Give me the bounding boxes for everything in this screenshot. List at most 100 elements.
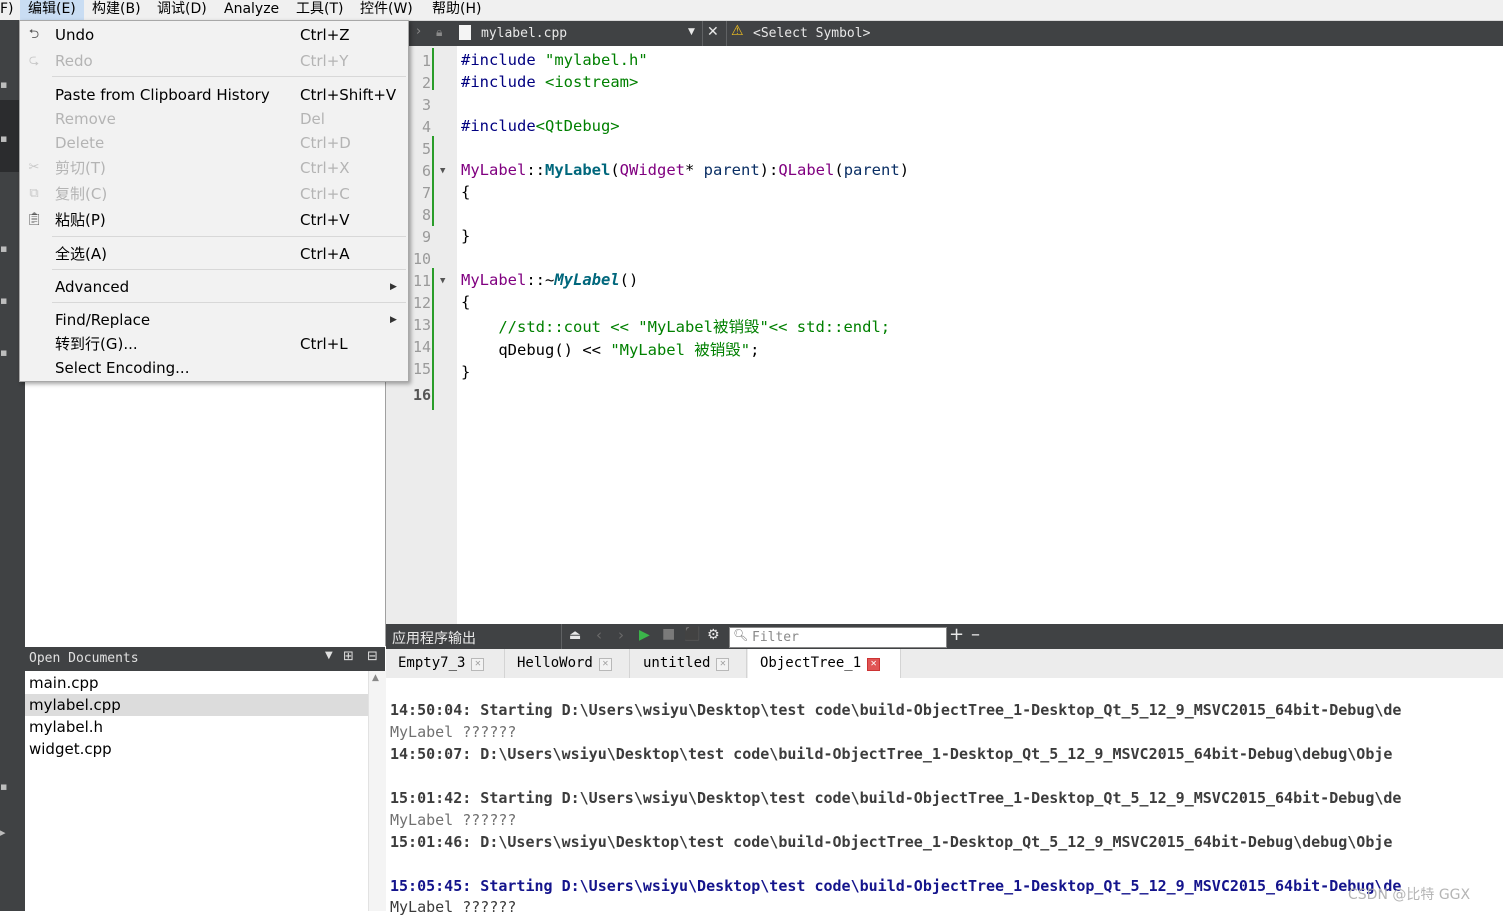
run-triangle-icon[interactable]: ▸ bbox=[0, 826, 6, 839]
menu-edit[interactable]: 编辑(E) bbox=[20, 0, 84, 20]
scroll-up-icon[interactable]: ▲ bbox=[372, 673, 379, 683]
lock-icon[interactable]: 🔒︎ bbox=[436, 25, 442, 40]
mode-projects-icon[interactable]: ▪ bbox=[0, 346, 7, 359]
copy-icon: ⧉ bbox=[29, 186, 39, 201]
watermark: CSDN @比特 GGX bbox=[1348, 887, 1471, 903]
submenu-arrow-icon: ▶ bbox=[390, 282, 397, 292]
next-icon[interactable]: › bbox=[618, 626, 624, 644]
prev-icon[interactable]: ‹ bbox=[596, 626, 602, 644]
tab-objecttree-1[interactable]: ObjectTree_1 ✕ bbox=[748, 649, 901, 678]
stop-icon[interactable]: ■ bbox=[662, 626, 675, 642]
code-line-1: #include "mylabel.h" bbox=[461, 51, 648, 69]
application-output[interactable]: 14:50:04: Starting D:\Users\wsiyu\Deskto… bbox=[386, 678, 1503, 916]
output-line: MyLabel ?????? bbox=[390, 811, 517, 829]
close-icon[interactable]: ✕ bbox=[716, 658, 730, 671]
open-documents-title: Open Documents bbox=[29, 651, 139, 666]
attach-icon[interactable]: ⏏ bbox=[569, 628, 581, 643]
submenu-arrow-icon: ▶ bbox=[390, 315, 397, 325]
warning-icon: ⚠ bbox=[731, 23, 744, 39]
file-icon bbox=[459, 25, 471, 40]
paste-icon: 📋︎ bbox=[26, 212, 43, 227]
mode-design-icon[interactable]: ▪ bbox=[0, 242, 7, 255]
close-file-icon[interactable]: ✕ bbox=[707, 24, 719, 40]
gear-icon[interactable]: ⚙ bbox=[707, 627, 720, 643]
menu-debug[interactable]: 调试(D) bbox=[157, 0, 207, 20]
line-number: 15 bbox=[412, 360, 431, 378]
menu-item-goto-line[interactable]: 转到行(G)... Ctrl+L bbox=[20, 332, 408, 356]
menu-tools[interactable]: 工具(T) bbox=[296, 0, 343, 20]
menu-item-redo[interactable]: ⮎ Redo Ctrl+Y bbox=[20, 49, 408, 73]
close-icon[interactable]: ✕ bbox=[598, 658, 612, 671]
menu-item-advanced[interactable]: Advanced ▶ bbox=[20, 275, 408, 299]
output-line: MyLabel ?????? bbox=[390, 723, 517, 741]
menu-item-remove[interactable]: Remove Del bbox=[20, 107, 408, 131]
edit-menu-popup: ⮌ Undo Ctrl+Z ⮎ Redo Ctrl+Y Paste from C… bbox=[19, 20, 409, 382]
close-pane-icon[interactable]: ⊟ bbox=[367, 649, 378, 664]
menu-item-copy[interactable]: ⧉ 复制(C) Ctrl+C bbox=[20, 182, 408, 206]
menu-item-cut[interactable]: ✂ 剪切(T) Ctrl+X bbox=[20, 156, 408, 180]
code-line-13: //std::cout << "MyLabel被销毁"<< std::endl; bbox=[461, 318, 891, 336]
filter-box[interactable]: 🔍︎ Filter bbox=[729, 627, 947, 648]
minimize-icon[interactable]: – bbox=[971, 624, 980, 645]
menu-build[interactable]: 构建(B) bbox=[92, 0, 141, 20]
menu-item-delete[interactable]: Delete Ctrl+D bbox=[20, 131, 408, 155]
tab-empty7-3[interactable]: Empty7_3 ✕ bbox=[386, 649, 505, 678]
current-file-name[interactable]: mylabel.cpp bbox=[481, 26, 567, 41]
forward-icon[interactable]: › bbox=[416, 24, 421, 39]
line-number-gutter: 1 2 3 4 5 6 7 8 9 10 11 12 13 14 15 16 ▼… bbox=[409, 46, 457, 624]
stop-all-icon[interactable]: ⬛ bbox=[684, 627, 700, 642]
tab-helloword[interactable]: HelloWord ✕ bbox=[505, 649, 630, 678]
close-icon[interactable]: ✕ bbox=[867, 658, 881, 671]
line-number: 1 bbox=[421, 52, 431, 70]
menu-file[interactable]: F) bbox=[0, 0, 14, 20]
scrollbar[interactable]: ▲ bbox=[368, 671, 386, 911]
output-line: MyLabel ?????? bbox=[390, 898, 517, 916]
menu-item-find-replace[interactable]: Find/Replace ▶ bbox=[20, 308, 408, 332]
line-number: 3 bbox=[421, 96, 431, 114]
chevron-down-icon[interactable]: ▼ bbox=[325, 650, 333, 661]
list-item[interactable]: widget.cpp bbox=[25, 738, 368, 760]
mode-edit-icon[interactable]: ▪ bbox=[0, 132, 7, 145]
redo-icon: ⮎ bbox=[28, 53, 40, 68]
code-line-7: { bbox=[461, 183, 471, 201]
fold-marker-icon[interactable]: ▼ bbox=[440, 166, 445, 176]
menu-item-select-all[interactable]: 全选(A) Ctrl+A bbox=[20, 242, 408, 266]
menu-item-paste-history[interactable]: Paste from Clipboard History Ctrl+Shift+… bbox=[20, 83, 408, 107]
mode-debug-icon[interactable]: ▪ bbox=[0, 294, 7, 307]
open-documents-header: Open Documents ▼ ⊞ ⊟ bbox=[25, 647, 385, 671]
file-dropdown-icon[interactable]: ▼ bbox=[688, 27, 695, 37]
code-line-12: { bbox=[461, 293, 471, 311]
list-item[interactable]: mylabel.h bbox=[25, 716, 368, 738]
output-toolbar: 应用程序输出 ⏏ ‹ › ▶ ■ ⬛ ⚙ 🔍︎ Filter + – bbox=[386, 624, 1503, 649]
code-line-2: #include <iostream> bbox=[461, 73, 639, 91]
line-number: 14 bbox=[412, 338, 431, 356]
menu-item-paste[interactable]: 📋︎ 粘贴(P) Ctrl+V bbox=[20, 208, 408, 232]
close-icon[interactable]: ✕ bbox=[471, 658, 485, 671]
symbol-selector[interactable]: <Select Symbol> bbox=[753, 26, 870, 41]
line-number: 8 bbox=[421, 206, 431, 224]
code-editor[interactable]: #include "mylabel.h" #include <iostream>… bbox=[457, 46, 1503, 624]
menu-bar: F) 编辑(E) 构建(B) 调试(D) Analyze 工具(T) 控件(W)… bbox=[0, 0, 1503, 21]
split-icon[interactable]: ⊞ bbox=[343, 649, 354, 664]
run-icon[interactable]: ▶ bbox=[639, 627, 650, 643]
mode-kit-icon[interactable]: ▪ bbox=[0, 780, 7, 793]
menu-analyze[interactable]: Analyze bbox=[224, 0, 279, 20]
code-line-6: MyLabel::MyLabel(QWidget* parent):QLabel… bbox=[461, 161, 910, 179]
fold-marker-icon[interactable]: ▼ bbox=[440, 276, 445, 286]
add-icon[interactable]: + bbox=[949, 624, 964, 645]
menu-help[interactable]: 帮助(H) bbox=[432, 0, 481, 20]
editor-toolbar: › 🔒︎ mylabel.cpp ▼ ✕ ⚠ <Select Symbol> bbox=[386, 21, 1503, 46]
line-number: 9 bbox=[421, 228, 431, 246]
tab-untitled[interactable]: untitled ✕ bbox=[631, 649, 747, 678]
undo-icon: ⮌ bbox=[28, 27, 40, 42]
line-number: 16 bbox=[412, 386, 431, 404]
code-line-14: qDebug() << "MyLabel 被销毁"; bbox=[461, 341, 760, 359]
menu-item-undo[interactable]: ⮌ Undo Ctrl+Z bbox=[20, 23, 408, 47]
output-pane-title[interactable]: 应用程序输出 bbox=[392, 628, 476, 648]
mode-welcome-icon[interactable]: ▪ bbox=[0, 78, 7, 91]
list-item[interactable]: main.cpp bbox=[25, 672, 368, 694]
menu-widgets[interactable]: 控件(W) bbox=[360, 0, 413, 20]
menu-item-select-encoding[interactable]: Select Encoding... bbox=[20, 356, 408, 380]
list-item[interactable]: mylabel.cpp bbox=[25, 694, 368, 716]
filter-placeholder: Filter bbox=[752, 630, 799, 645]
